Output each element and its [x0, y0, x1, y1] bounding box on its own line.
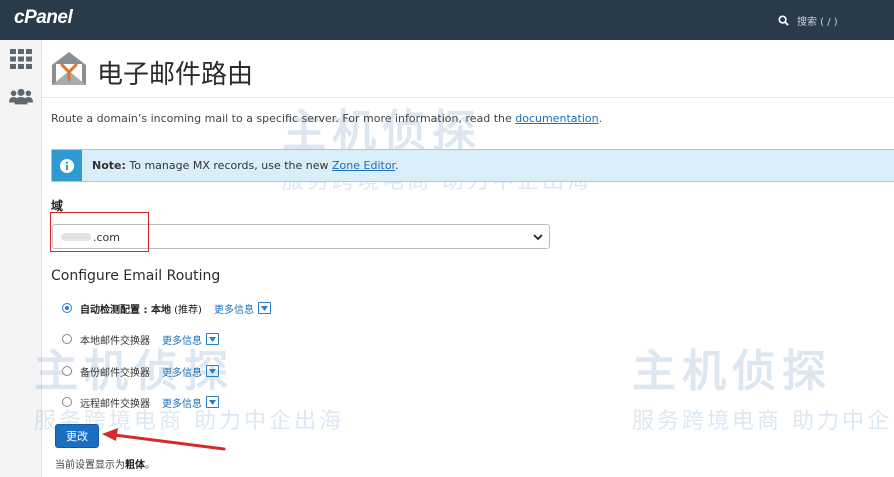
users-icon[interactable] [9, 86, 33, 108]
divider [42, 97, 894, 98]
more-info-link[interactable]: 更多信息 [162, 395, 202, 410]
watermark: 主机侦探 服务跨境电商 助力中企出海 [34, 346, 344, 434]
main-content: 主机侦探 服务跨境电商 助力中企出海 主机侦探 服务跨境电商 助力中企出海 主机… [34, 40, 894, 477]
grid-icon[interactable] [9, 48, 33, 70]
option-label: 自动检测配置 : 本地 (推荐) [80, 304, 202, 316]
radio-button[interactable] [62, 397, 72, 407]
sidebar [0, 40, 42, 477]
expand-icon[interactable] [257, 302, 271, 314]
more-info-link[interactable]: 更多信息 [162, 332, 202, 347]
annotation-arrow [102, 428, 226, 451]
info-note: Note: To manage MX records, use the new … [51, 149, 894, 182]
section-heading: Configure Email Routing [51, 268, 221, 284]
cpanel-logo[interactable]: cPanel [14, 7, 73, 29]
expand-icon[interactable] [206, 396, 219, 408]
expand-icon[interactable] [206, 333, 219, 345]
documentation-link[interactable]: documentation [515, 112, 598, 125]
routing-option-auto[interactable]: 自动检测配置 : 本地 (推荐) 更多信息 [62, 300, 271, 316]
more-info-link[interactable]: 更多信息 [214, 301, 254, 316]
radio-button[interactable] [62, 334, 72, 344]
top-bar: cPanel 搜索 ( / ) [0, 0, 894, 40]
search-icon [778, 14, 789, 26]
note-text: Note: To manage MX records, use the new … [92, 159, 399, 172]
info-icon [52, 150, 82, 181]
chevron-down-icon [533, 234, 543, 241]
more-info-link[interactable]: 更多信息 [162, 364, 202, 379]
zone-editor-link[interactable]: Zone Editor [332, 159, 395, 172]
search-label: 搜索 ( / ) [797, 16, 838, 28]
search-control[interactable]: 搜索 ( / ) [778, 11, 838, 29]
option-label: 远程邮件交换器 [80, 398, 150, 410]
routing-option-remote[interactable]: 远程邮件交换器 更多信息 [62, 394, 219, 410]
routing-option-backup[interactable]: 备份邮件交换器 更多信息 [62, 363, 219, 379]
expand-icon[interactable] [206, 365, 219, 377]
routing-option-local[interactable]: 本地邮件交换器 更多信息 [62, 331, 219, 347]
radio-button[interactable] [62, 303, 72, 313]
email-routing-icon [52, 52, 86, 85]
watermark: 主机侦探 服务跨境电商 助力中企出海 [632, 346, 894, 434]
option-label: 本地邮件交换器 [80, 335, 150, 347]
option-label: 备份邮件交换器 [80, 367, 150, 379]
annotation-highlight-box [50, 212, 149, 252]
change-button[interactable]: 更改 [55, 424, 99, 448]
radio-button[interactable] [62, 366, 72, 376]
page-title: 电子邮件路由 [97, 60, 254, 90]
footnote: 当前设置显示为粗体。 [55, 460, 155, 471]
page-description: Route a domain’s incoming mail to a spec… [51, 112, 603, 125]
